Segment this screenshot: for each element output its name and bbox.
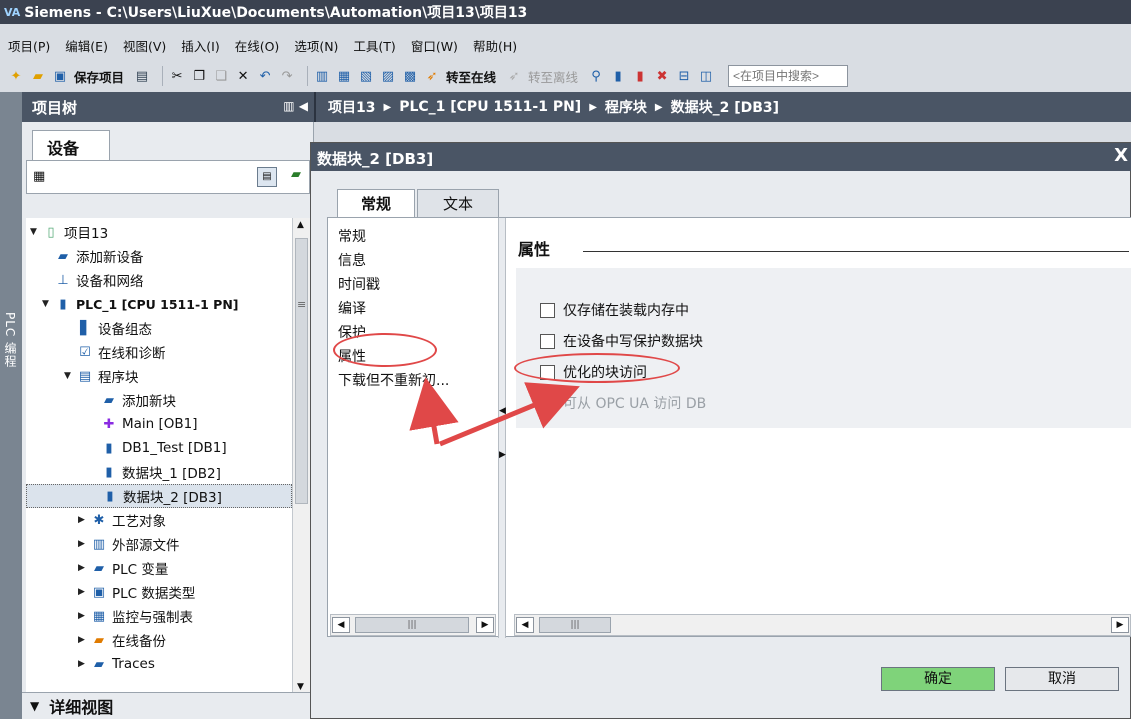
annotation-arrows <box>409 377 580 447</box>
annotation-arrow-right <box>439 382 580 447</box>
annotation-arrow-up <box>409 377 459 445</box>
